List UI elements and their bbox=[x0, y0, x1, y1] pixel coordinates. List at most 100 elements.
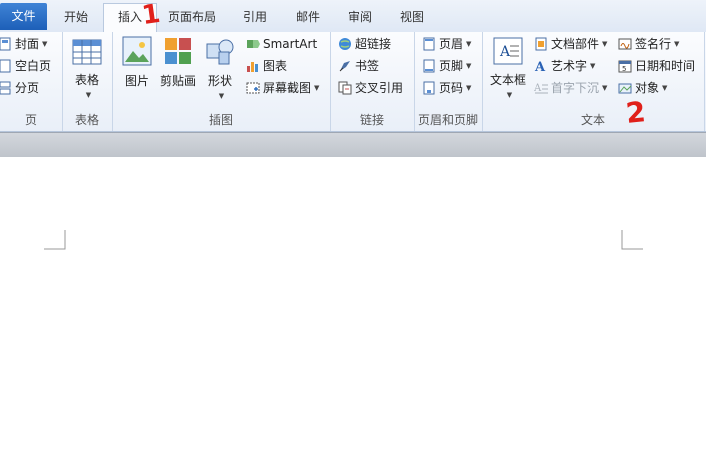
cross-reference-button[interactable]: 交叉引用 bbox=[338, 78, 403, 98]
object-icon bbox=[618, 83, 632, 94]
signature-icon bbox=[618, 38, 632, 50]
table-label: 表格 bbox=[74, 73, 99, 87]
chevron-down-icon: ▼ bbox=[466, 40, 472, 48]
picture-icon bbox=[122, 36, 152, 66]
shapes-button[interactable]: 形状 ▼ bbox=[202, 36, 238, 103]
globe-link-icon bbox=[339, 38, 351, 50]
ribbon-tab-bar: 文件 开始 插入 页面布局 引用 邮件 审阅 视图 bbox=[0, 0, 706, 33]
svg-text:A: A bbox=[534, 60, 546, 73]
tab-home[interactable]: 开始 bbox=[50, 4, 102, 30]
chevron-down-icon: ▼ bbox=[218, 92, 225, 100]
smartart-label: SmartArt bbox=[263, 37, 318, 51]
chevron-down-icon: ▼ bbox=[506, 91, 513, 99]
svg-text:A: A bbox=[499, 44, 511, 60]
wordart-label: 艺术字 bbox=[551, 59, 588, 73]
object-label: 对象 bbox=[635, 81, 660, 95]
cover-page-label: 封面 bbox=[15, 37, 40, 51]
blank-page-label: 空白页 bbox=[15, 59, 52, 73]
smartart-icon bbox=[247, 40, 260, 48]
header-icon bbox=[423, 37, 435, 51]
clipart-button[interactable]: 剪贴画 bbox=[158, 36, 198, 89]
ribbon-insert: 封面 ▼ 空白页 分页 页 表格 ▼ 表格 图片 剪贴画 形状 ▼ SmartA… bbox=[0, 32, 706, 132]
page-break-label: 分页 bbox=[15, 81, 40, 95]
group-illustrations-label: 插图 bbox=[208, 113, 233, 127]
tab-references[interactable]: 引用 bbox=[232, 4, 278, 30]
crop-mark-left bbox=[44, 230, 66, 250]
tab-page-layout[interactable]: 页面布局 bbox=[158, 4, 226, 30]
bookmark-button[interactable]: 书签 bbox=[338, 56, 379, 76]
tab-file[interactable]: 文件 bbox=[0, 3, 47, 30]
shapes-icon bbox=[206, 39, 234, 65]
chevron-down-icon: ▼ bbox=[466, 84, 472, 92]
group-header-footer: 页眉 ▼ 页脚 ▼ 页码 ▼ 页眉和页脚 bbox=[414, 32, 483, 131]
textbox-label: 文本框 bbox=[489, 73, 526, 87]
bar-chart-icon bbox=[247, 62, 258, 72]
shapes-label: 形状 bbox=[207, 74, 232, 88]
crop-mark-right bbox=[621, 230, 643, 250]
tab-review[interactable]: 审阅 bbox=[337, 4, 383, 30]
chevron-down-icon: ▼ bbox=[42, 40, 48, 48]
chevron-down-icon: ▼ bbox=[674, 40, 680, 48]
clipart-label: 剪贴画 bbox=[159, 74, 196, 88]
chevron-down-icon: ▼ bbox=[602, 84, 608, 92]
screenshot-button[interactable]: 屏幕截图 ▼ bbox=[246, 78, 319, 98]
chevron-down-icon: ▼ bbox=[314, 84, 320, 92]
table-button[interactable]: 表格 ▼ bbox=[69, 39, 105, 102]
signature-line-label: 签名行 bbox=[635, 37, 672, 51]
group-pages: 封面 ▼ 空白页 分页 页 bbox=[0, 32, 63, 131]
page-number-button[interactable]: 页码 ▼ bbox=[422, 78, 471, 98]
tab-view[interactable]: 视图 bbox=[389, 4, 435, 30]
cross-reference-label: 交叉引用 bbox=[355, 81, 404, 95]
calendar-icon: 5 bbox=[618, 60, 632, 73]
group-links-label: 链接 bbox=[359, 113, 384, 127]
group-illustrations: 图片 剪贴画 形状 ▼ SmartArt 图表 屏幕截图 ▼ 插图 bbox=[112, 32, 331, 131]
blank-page-button[interactable]: 空白页 bbox=[0, 56, 51, 76]
page-break-icon bbox=[0, 81, 11, 95]
screenshot-label: 屏幕截图 bbox=[263, 81, 312, 95]
tab-mailings[interactable]: 邮件 bbox=[285, 4, 331, 30]
signature-line-button[interactable]: 签名行 ▼ bbox=[618, 34, 679, 54]
table-icon bbox=[72, 39, 102, 65]
group-text: A 文本框 ▼ 文档部件 ▼ A 艺术字 ▼ A 首字下沉 ▼ 签名行 ▼ 5 日期和时间 对象… bbox=[482, 32, 705, 131]
date-time-button[interactable]: 5 日期和时间 bbox=[618, 56, 695, 76]
svg-text:A: A bbox=[534, 83, 542, 94]
header-label: 页眉 bbox=[439, 37, 464, 51]
blank-page-icon bbox=[0, 59, 11, 73]
quick-parts-button[interactable]: 文档部件 ▼ bbox=[534, 34, 607, 54]
quick-parts-label: 文档部件 bbox=[551, 37, 600, 51]
svg-text:5: 5 bbox=[622, 65, 626, 73]
wordart-button[interactable]: A 艺术字 ▼ bbox=[534, 56, 595, 76]
drop-cap-button[interactable]: A 首字下沉 ▼ bbox=[534, 78, 607, 98]
chevron-down-icon: ▼ bbox=[662, 84, 668, 92]
page-number-icon bbox=[423, 81, 435, 95]
group-text-label: 文本 bbox=[580, 113, 605, 127]
cover-page-button[interactable]: 封面 ▼ bbox=[0, 34, 47, 54]
smartart-button[interactable]: SmartArt bbox=[246, 34, 317, 54]
hyperlink-label: 超链接 bbox=[355, 37, 392, 51]
picture-button[interactable]: 图片 bbox=[120, 36, 154, 89]
footer-button[interactable]: 页脚 ▼ bbox=[422, 56, 471, 76]
clipart-icon bbox=[165, 38, 191, 64]
group-header-footer-label: 页眉和页脚 bbox=[417, 113, 478, 127]
group-pages-label: 页 bbox=[24, 113, 37, 127]
drop-cap-label: 首字下沉 bbox=[551, 81, 600, 95]
cover-page-icon bbox=[0, 37, 11, 51]
bookmark-label: 书签 bbox=[355, 59, 380, 73]
bookmark-icon bbox=[339, 61, 350, 72]
group-links: 超链接 书签 交叉引用 链接 bbox=[330, 32, 415, 131]
picture-label: 图片 bbox=[124, 74, 149, 88]
textbox-button[interactable]: A 文本框 ▼ bbox=[486, 37, 530, 102]
footer-label: 页脚 bbox=[439, 59, 464, 73]
date-time-label: 日期和时间 bbox=[635, 59, 696, 73]
document-page[interactable] bbox=[0, 157, 706, 467]
quick-parts-icon bbox=[535, 37, 547, 51]
footer-icon bbox=[423, 59, 435, 73]
chart-button[interactable]: 图表 bbox=[246, 56, 287, 76]
header-button[interactable]: 页眉 ▼ bbox=[422, 34, 471, 54]
cross-reference-icon bbox=[338, 81, 352, 95]
page-number-label: 页码 bbox=[439, 81, 464, 95]
annotation-1: 1 bbox=[140, 0, 163, 32]
hyperlink-button[interactable]: 超链接 bbox=[338, 34, 391, 54]
page-break-button[interactable]: 分页 bbox=[0, 78, 39, 98]
ruler-band bbox=[0, 132, 706, 157]
